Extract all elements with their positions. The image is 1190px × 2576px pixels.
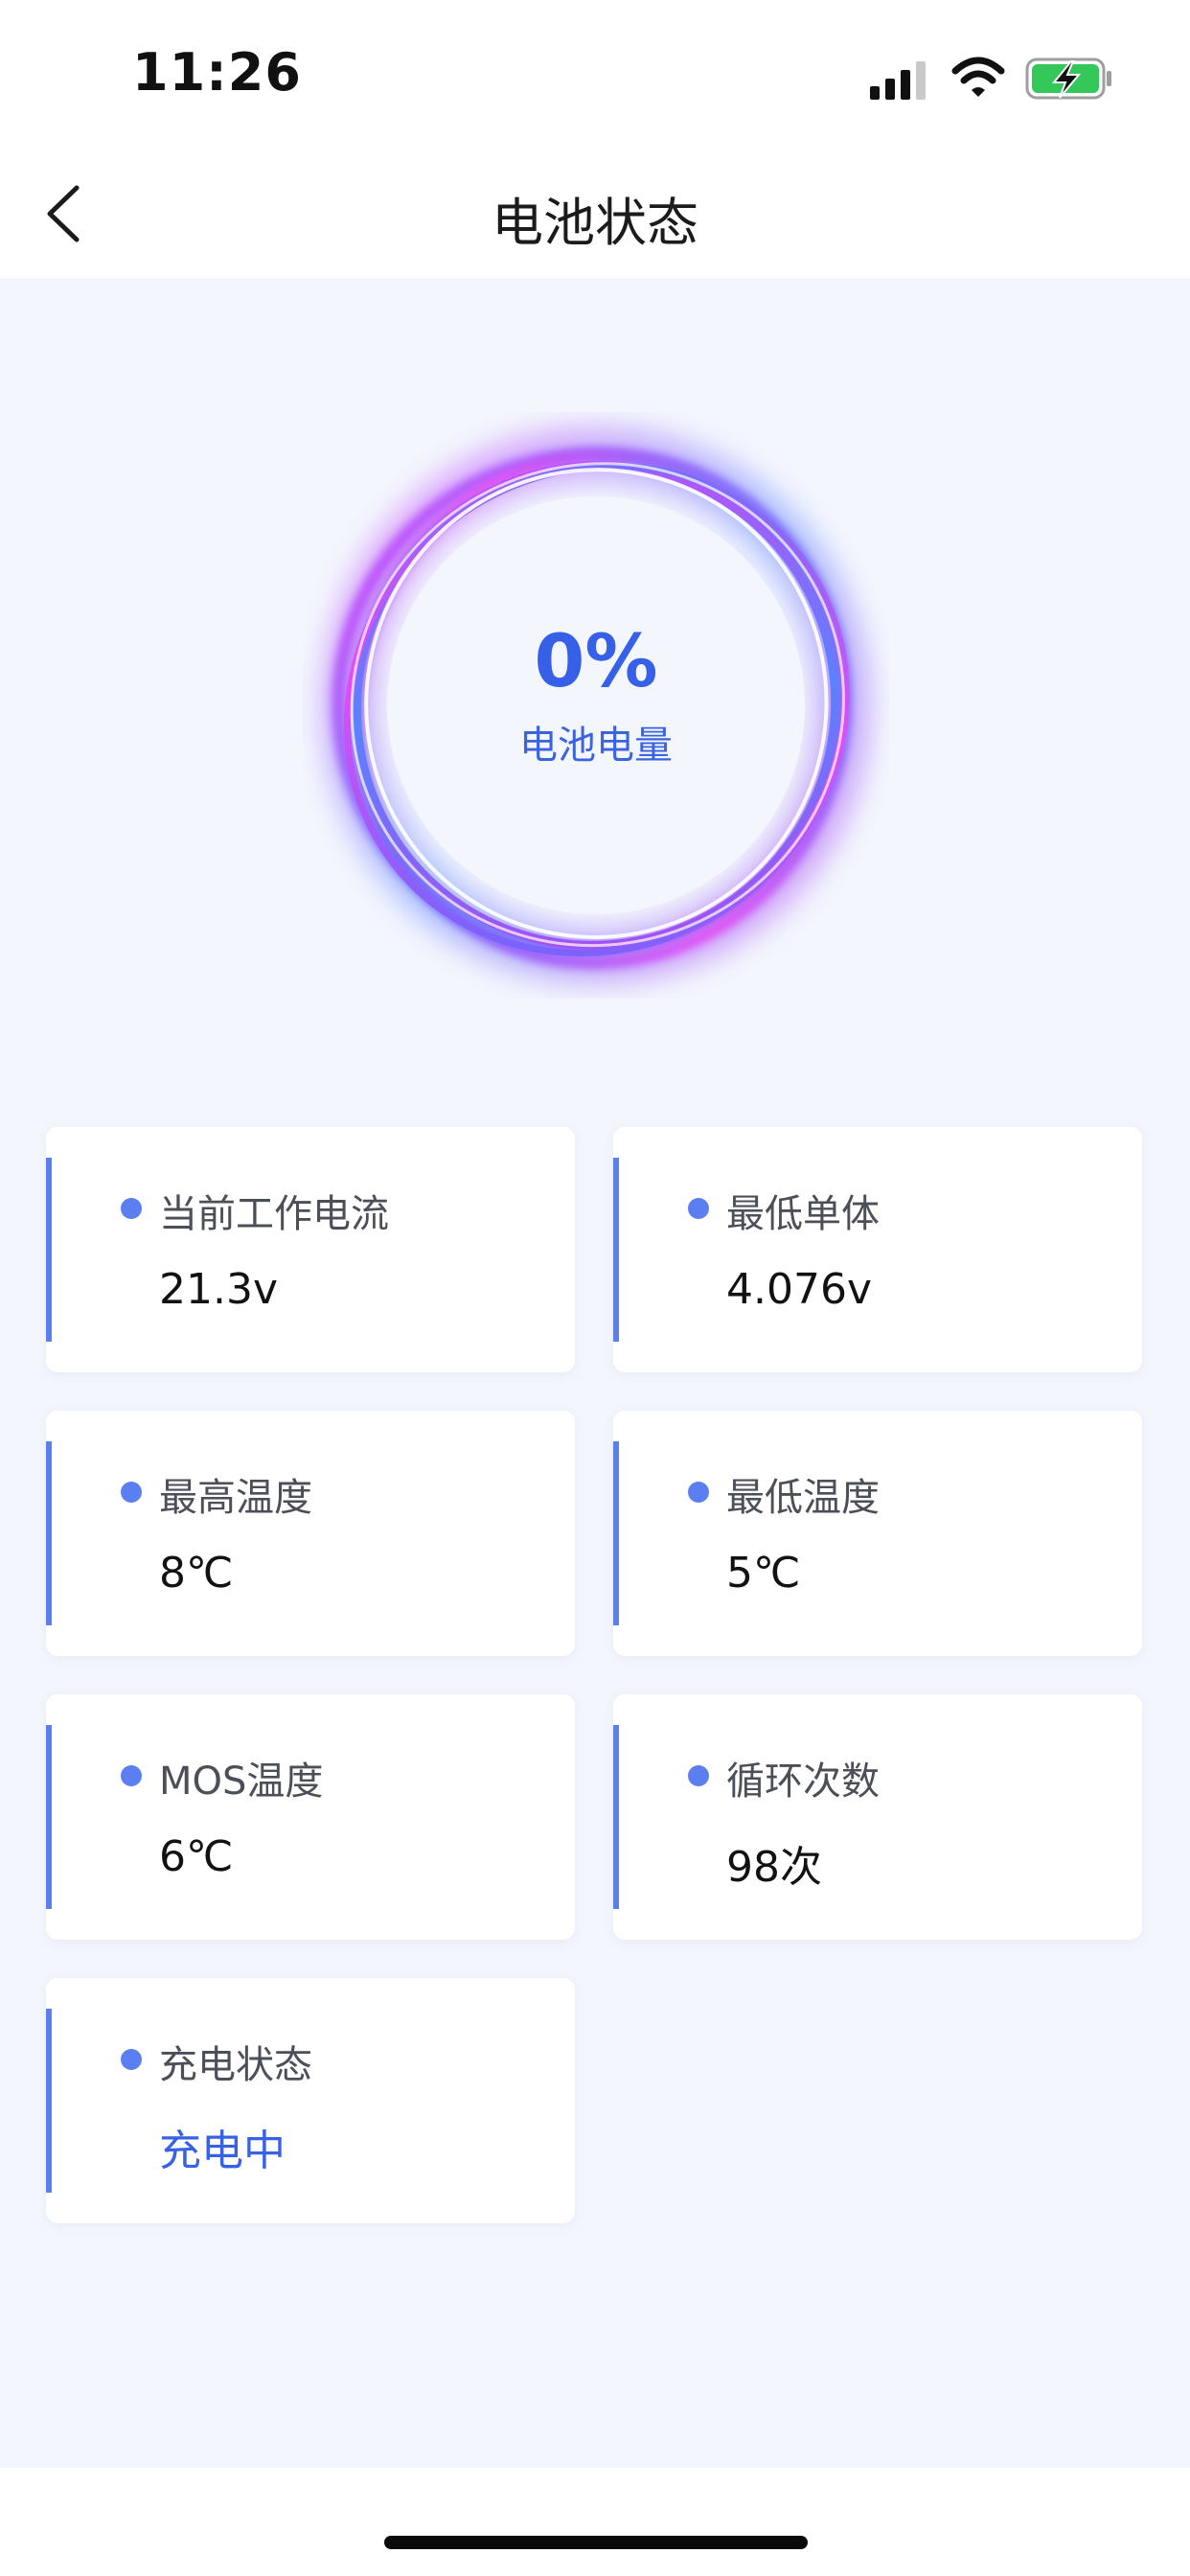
bullet-dot-icon [121, 2049, 142, 2070]
bullet-dot-icon [688, 1198, 709, 1219]
card-accent-bar [46, 1725, 52, 1909]
stat-card-mos-temp: MOS温度 6℃ [46, 1694, 575, 1940]
stat-card-current: 当前工作电流 21.3v [46, 1127, 575, 1372]
nav-bar: 电池状态 [0, 153, 1190, 278]
stat-card-min-temp: 最低温度 5℃ [613, 1411, 1142, 1656]
stat-value: 8℃ [159, 1549, 234, 1598]
card-accent-bar [613, 1725, 619, 1909]
bullet-dot-icon [688, 1482, 709, 1503]
home-indicator-area [0, 2468, 1190, 2576]
stat-value: 98次 [726, 1843, 822, 1892]
stat-label: 最高温度 [159, 1476, 312, 1520]
status-bar: 11:26 [0, 0, 1190, 153]
card-accent-bar [613, 1441, 619, 1625]
stat-value: 5℃ [726, 1549, 801, 1598]
charge-status-value: 充电中 [159, 2127, 286, 2175]
stat-label: 最低温度 [726, 1476, 880, 1520]
battery-ring-graphic [321, 426, 871, 984]
content-area: 0% 电池电量 当前工作电流 21.3v 最低单体 4.076v 最高温度 8℃… [0, 278, 1190, 2468]
bullet-dot-icon [121, 1482, 142, 1503]
card-accent-bar [613, 1158, 619, 1342]
card-accent-bar [46, 1441, 52, 1625]
stat-card-cycle-count: 循环次数 98次 [613, 1694, 1142, 1940]
status-time: 11:26 [132, 42, 302, 103]
card-accent-bar [46, 1158, 52, 1342]
stat-label: 充电状态 [159, 2043, 312, 2087]
bullet-dot-icon [121, 1198, 142, 1219]
card-accent-bar [46, 2009, 52, 2193]
stat-value: 6℃ [159, 1832, 234, 1881]
bullet-dot-icon [688, 1765, 709, 1786]
stat-label: 循环次数 [726, 1760, 880, 1804]
stat-card-max-temp: 最高温度 8℃ [46, 1411, 575, 1656]
stat-label: MOS温度 [159, 1760, 324, 1804]
home-indicator[interactable] [384, 2536, 808, 2549]
stat-card-min-cell: 最低单体 4.076v [613, 1127, 1142, 1372]
stat-label: 当前工作电流 [159, 1192, 389, 1236]
battery-ring: 0% 电池电量 [303, 412, 889, 999]
stat-value: 4.076v [726, 1265, 873, 1314]
battery-percentage-label: 电池电量 [519, 724, 673, 768]
stat-label: 最低单体 [726, 1192, 880, 1236]
battery-percentage: 0% [534, 618, 658, 703]
wifi-icon [951, 57, 1005, 97]
signal-icon [870, 61, 926, 100]
stat-card-charge-status: 充电状态 充电中 [46, 1978, 575, 2223]
page-title: 电池状态 [492, 193, 698, 253]
stat-value: 21.3v [159, 1265, 279, 1314]
battery-charging-icon [1025, 58, 1111, 100]
bullet-dot-icon [121, 1765, 142, 1786]
